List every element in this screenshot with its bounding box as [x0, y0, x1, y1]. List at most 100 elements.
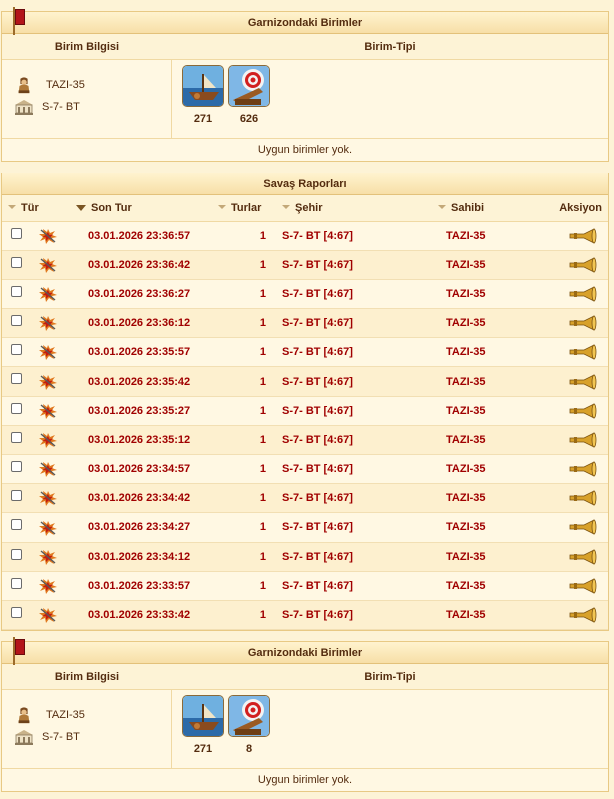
- report-owner[interactable]: TAZI-35: [432, 221, 542, 251]
- report-time[interactable]: 03.01.2026 23:36:27: [70, 279, 212, 310]
- report-row[interactable]: 03.01.2026 23:34:27 1 S-7- BT [4:67] TAZI-3…: [2, 512, 608, 543]
- trumpet-icon[interactable]: [568, 403, 598, 419]
- select-checkbox[interactable]: [11, 577, 22, 589]
- report-city[interactable]: S-7- BT [4:67]: [276, 279, 432, 310]
- report-owner[interactable]: TAZI-35: [432, 337, 542, 368]
- city-name[interactable]: S-7- BT: [36, 731, 80, 743]
- col-last-round[interactable]: Son Tur: [70, 195, 212, 222]
- trumpet-icon[interactable]: [568, 432, 598, 448]
- trumpet-icon[interactable]: [568, 519, 598, 535]
- trumpet-icon[interactable]: [568, 490, 598, 506]
- select-checkbox[interactable]: [11, 402, 22, 414]
- report-time[interactable]: 03.01.2026 23:35:42: [70, 366, 212, 397]
- select-checkbox[interactable]: [11, 431, 22, 443]
- report-row[interactable]: 03.01.2026 23:36:27 1 S-7- BT [4:67] TAZI-3…: [2, 279, 608, 310]
- report-time[interactable]: 03.01.2026 23:34:57: [70, 454, 212, 485]
- report-city[interactable]: S-7- BT [4:67]: [276, 483, 432, 514]
- report-city[interactable]: S-7- BT [4:67]: [276, 542, 432, 572]
- trumpet-icon[interactable]: [568, 228, 598, 244]
- report-city[interactable]: S-7- BT [4:67]: [276, 454, 432, 485]
- trumpet-icon[interactable]: [568, 549, 598, 565]
- report-city[interactable]: S-7- BT [4:67]: [276, 221, 432, 251]
- unit-ballista[interactable]: 8: [226, 695, 272, 768]
- report-city[interactable]: S-7- BT [4:67]: [276, 250, 432, 280]
- report-time[interactable]: 03.01.2026 23:35:12: [70, 425, 212, 456]
- trumpet-icon[interactable]: [568, 315, 598, 331]
- report-time[interactable]: 03.01.2026 23:34:12: [70, 542, 212, 572]
- report-row[interactable]: 03.01.2026 23:34:12 1 S-7- BT [4:67] TAZI-3…: [2, 542, 608, 572]
- report-city[interactable]: S-7- BT [4:67]: [276, 337, 432, 368]
- report-row[interactable]: 03.01.2026 23:34:57 1 S-7- BT [4:67] TAZI-3…: [2, 454, 608, 485]
- trumpet-icon[interactable]: [568, 374, 598, 390]
- unit-ballista[interactable]: 626: [226, 65, 272, 138]
- report-row[interactable]: 03.01.2026 23:33:57 1 S-7- BT [4:67] TAZI-3…: [2, 571, 608, 601]
- report-city[interactable]: S-7- BT [4:67]: [276, 425, 432, 456]
- report-rounds: 1: [212, 250, 276, 280]
- report-owner[interactable]: TAZI-35: [432, 571, 542, 601]
- select-checkbox[interactable]: [11, 344, 22, 356]
- report-city[interactable]: S-7- BT [4:67]: [276, 600, 432, 631]
- report-time[interactable]: 03.01.2026 23:34:42: [70, 483, 212, 514]
- report-row[interactable]: 03.01.2026 23:36:12 1 S-7- BT [4:67] TAZI-3…: [2, 308, 608, 339]
- report-owner[interactable]: TAZI-35: [432, 454, 542, 485]
- report-city[interactable]: S-7- BT [4:67]: [276, 396, 432, 426]
- select-checkbox[interactable]: [11, 373, 22, 385]
- report-row[interactable]: 03.01.2026 23:36:57 1 S-7- BT [4:67] TAZI-3…: [2, 221, 608, 251]
- report-owner[interactable]: TAZI-35: [432, 279, 542, 310]
- select-checkbox[interactable]: [11, 548, 22, 560]
- report-city[interactable]: S-7- BT [4:67]: [276, 366, 432, 397]
- report-owner[interactable]: TAZI-35: [432, 425, 542, 456]
- report-owner[interactable]: TAZI-35: [432, 542, 542, 572]
- col-rounds[interactable]: Turlar: [212, 195, 276, 222]
- report-row[interactable]: 03.01.2026 23:33:42 1 S-7- BT [4:67] TAZI-3…: [2, 600, 608, 631]
- trumpet-icon[interactable]: [568, 578, 598, 594]
- owner-name[interactable]: TAZI-35: [36, 709, 85, 721]
- owner-name[interactable]: TAZI-35: [36, 79, 85, 91]
- report-row[interactable]: 03.01.2026 23:36:42 1 S-7- BT [4:67] TAZI-3…: [2, 250, 608, 280]
- report-city[interactable]: S-7- BT [4:67]: [276, 308, 432, 339]
- report-time[interactable]: 03.01.2026 23:33:42: [70, 600, 212, 631]
- garrison-body: TAZI-35 S-7- BT 271 8: [2, 690, 608, 769]
- report-time[interactable]: 03.01.2026 23:33:57: [70, 571, 212, 601]
- report-owner[interactable]: TAZI-35: [432, 396, 542, 426]
- report-owner[interactable]: TAZI-35: [432, 308, 542, 339]
- col-owner[interactable]: Sahibi: [432, 195, 542, 222]
- report-owner[interactable]: TAZI-35: [432, 512, 542, 543]
- report-time[interactable]: 03.01.2026 23:36:12: [70, 308, 212, 339]
- select-checkbox[interactable]: [11, 315, 22, 327]
- report-city[interactable]: S-7- BT [4:67]: [276, 571, 432, 601]
- report-owner[interactable]: TAZI-35: [432, 600, 542, 631]
- trumpet-icon[interactable]: [568, 461, 598, 477]
- report-row[interactable]: 03.01.2026 23:35:12 1 S-7- BT [4:67] TAZI-3…: [2, 425, 608, 456]
- select-checkbox[interactable]: [11, 490, 22, 502]
- trumpet-icon[interactable]: [568, 344, 598, 360]
- report-city[interactable]: S-7- BT [4:67]: [276, 512, 432, 543]
- report-time[interactable]: 03.01.2026 23:36:42: [70, 250, 212, 280]
- report-row[interactable]: 03.01.2026 23:35:27 1 S-7- BT [4:67] TAZI-3…: [2, 396, 608, 426]
- select-checkbox[interactable]: [11, 461, 22, 473]
- select-checkbox[interactable]: [11, 606, 22, 618]
- trumpet-icon[interactable]: [568, 257, 598, 273]
- select-checkbox[interactable]: [11, 285, 22, 297]
- report-time[interactable]: 03.01.2026 23:36:57: [70, 221, 212, 251]
- report-owner[interactable]: TAZI-35: [432, 250, 542, 280]
- trumpet-icon[interactable]: [568, 286, 598, 302]
- report-owner[interactable]: TAZI-35: [432, 483, 542, 514]
- report-row[interactable]: 03.01.2026 23:35:57 1 S-7- BT [4:67] TAZI-3…: [2, 337, 608, 368]
- report-time[interactable]: 03.01.2026 23:35:57: [70, 337, 212, 368]
- report-time[interactable]: 03.01.2026 23:34:27: [70, 512, 212, 543]
- select-checkbox[interactable]: [11, 227, 22, 239]
- city-name[interactable]: S-7- BT: [36, 101, 80, 113]
- report-row[interactable]: 03.01.2026 23:35:42 1 S-7- BT [4:67] TAZI-3…: [2, 366, 608, 397]
- unit-ship[interactable]: 271: [180, 65, 226, 138]
- unit-ship[interactable]: 271: [180, 695, 226, 768]
- report-time[interactable]: 03.01.2026 23:35:27: [70, 396, 212, 426]
- select-checkbox[interactable]: [11, 519, 22, 531]
- select-checkbox[interactable]: [11, 256, 22, 268]
- report-type-cell: [2, 542, 70, 572]
- report-row[interactable]: 03.01.2026 23:34:42 1 S-7- BT [4:67] TAZI-3…: [2, 483, 608, 514]
- trumpet-icon[interactable]: [568, 607, 598, 623]
- col-city[interactable]: Şehir: [276, 195, 432, 222]
- col-type[interactable]: Tür: [2, 195, 70, 222]
- report-owner[interactable]: TAZI-35: [432, 366, 542, 397]
